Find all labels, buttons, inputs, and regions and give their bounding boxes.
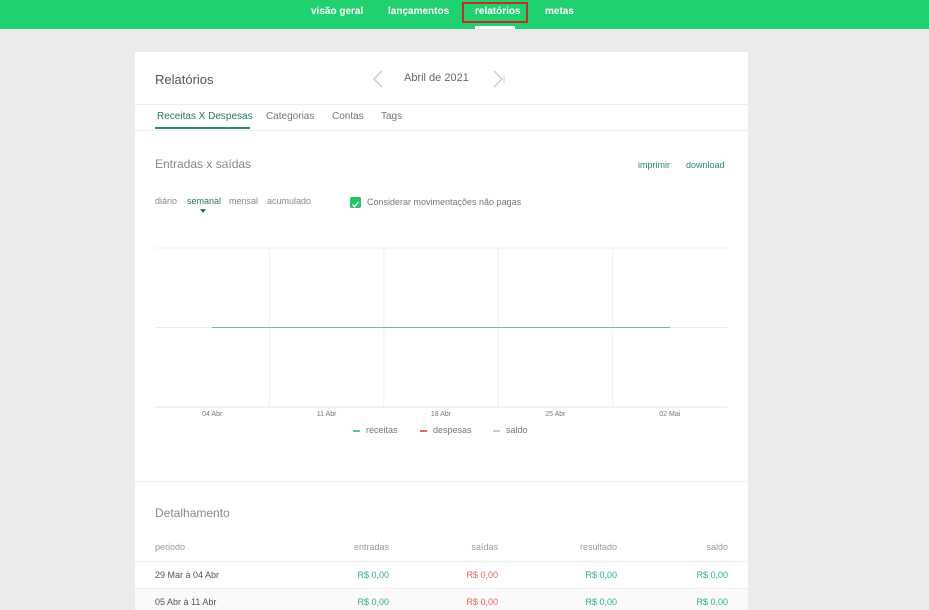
next-month-button[interactable] xyxy=(491,69,507,89)
print-link[interactable]: imprimir xyxy=(638,160,670,170)
period-caret-icon xyxy=(200,209,206,213)
active-tab-underline xyxy=(155,127,250,129)
checkmark-icon xyxy=(351,201,360,208)
tab-contas[interactable]: Contas xyxy=(332,111,364,122)
cell-saldo: R$ 0,00 xyxy=(696,597,728,607)
nav-item-metas[interactable]: metas xyxy=(545,6,574,17)
nav-item-relatorios[interactable]: relatórios xyxy=(475,6,521,17)
page-title: Relatórios xyxy=(155,72,214,87)
previous-month-button[interactable] xyxy=(371,69,387,89)
download-link[interactable]: download xyxy=(686,160,725,170)
legend-swatch xyxy=(493,429,500,432)
period-mensal[interactable]: mensal xyxy=(229,196,258,206)
x-tick-label: 25 Abr xyxy=(545,411,566,418)
entries-vs-exits-chart: 04 Abr 11 Abr 18 Abr 25 Abr 02 Mai xyxy=(155,247,727,418)
tab-tags[interactable]: Tags xyxy=(381,111,402,122)
legend-receitas[interactable]: receitas xyxy=(353,425,398,435)
period-diario[interactable]: diário xyxy=(155,196,177,206)
column-header-periodo: periodo xyxy=(155,542,186,552)
tabs-divider xyxy=(135,130,748,131)
cell-saidas: R$ 0,00 xyxy=(466,597,498,607)
legend-swatch xyxy=(353,429,360,432)
column-header-saidas: saídas xyxy=(471,542,498,552)
x-tick-label: 02 Mai xyxy=(659,411,680,418)
cell-periodo: 29 Mar à 04 Abr xyxy=(155,570,220,580)
cell-entradas: R$ 0,00 xyxy=(357,570,389,580)
tab-categorias[interactable]: Categorias xyxy=(266,111,314,122)
cell-resultado: R$ 0,00 xyxy=(585,570,617,580)
legend-despesas[interactable]: despesas xyxy=(420,425,472,435)
chevron-left-icon xyxy=(372,70,383,88)
column-header-saldo: saldo xyxy=(706,542,728,552)
nav-item-visao-geral[interactable]: visão geral xyxy=(311,6,363,17)
legend-label: receitas xyxy=(366,425,398,435)
cell-entradas: R$ 0,00 xyxy=(357,597,389,607)
x-tick-label: 11 Abr xyxy=(317,411,337,418)
period-acumulado[interactable]: acumulado xyxy=(267,196,311,206)
table-row-background xyxy=(135,589,748,610)
reports-card: Relatórios Abril de 2021 Receitas X Desp… xyxy=(135,52,748,610)
chart-section-title: Entradas x saídas xyxy=(155,157,252,171)
unpaid-checkbox-label: Considerar movimentações não pagas xyxy=(367,197,522,207)
cell-periodo: 05 Abr à 11 Abr xyxy=(155,597,217,607)
table-header-divider xyxy=(135,561,748,562)
x-tick-label: 04 Abr xyxy=(202,411,223,418)
legend-label: saldo xyxy=(506,425,528,435)
header-divider xyxy=(135,104,748,105)
x-tick-label: 18 Abr xyxy=(431,411,452,418)
legend-swatch xyxy=(420,429,427,432)
cell-saldo: R$ 0,00 xyxy=(696,570,728,580)
period-semanal[interactable]: semanal xyxy=(187,196,221,206)
nav-item-lancamentos[interactable]: lançamentos xyxy=(388,6,449,17)
legend-saldo[interactable]: saldo xyxy=(493,425,528,435)
nav-active-underline xyxy=(475,26,515,29)
unpaid-checkbox[interactable] xyxy=(350,197,361,208)
top-navigation: visão geral lançamentos relatórios metas xyxy=(0,0,929,29)
cell-resultado: R$ 0,00 xyxy=(585,597,617,607)
month-label: Abril de 2021 xyxy=(404,72,469,84)
column-header-entradas: entradas xyxy=(353,542,389,552)
chevron-right-icon xyxy=(493,70,505,88)
legend-label: despesas xyxy=(433,425,472,435)
column-header-resultado: resultado xyxy=(579,542,617,552)
details-title: Detalhamento xyxy=(155,506,230,520)
section-divider xyxy=(135,481,748,482)
tab-receitas-despesas[interactable]: Receitas X Despesas xyxy=(157,111,253,122)
cell-saidas: R$ 0,00 xyxy=(466,570,498,580)
